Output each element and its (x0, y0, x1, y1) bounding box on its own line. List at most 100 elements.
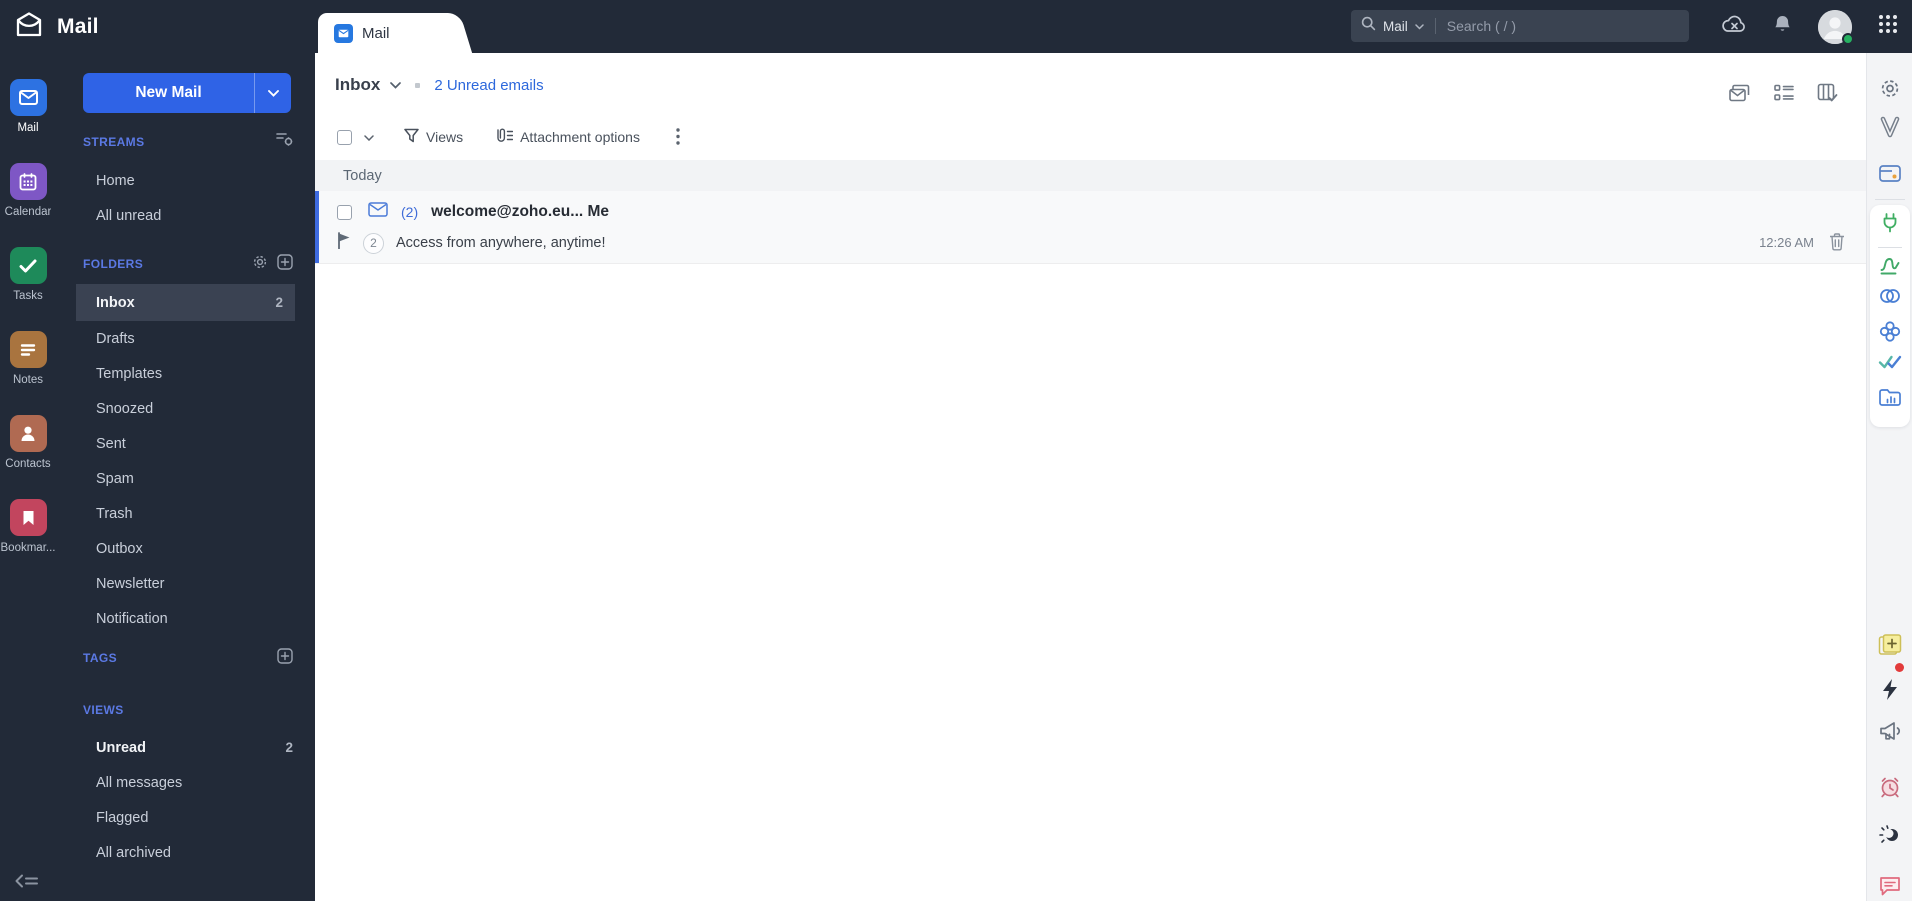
column-view-icon[interactable] (1817, 83, 1838, 108)
flag-icon[interactable] (337, 232, 351, 254)
view-item-flagged[interactable]: Flagged (56, 800, 315, 835)
delete-trash-icon[interactable] (1828, 232, 1846, 256)
views-section: VIEWS Unread 2 All messages Flagged All … (56, 701, 315, 870)
notifications-bell-icon[interactable] (1773, 14, 1792, 40)
apps-grid-icon[interactable] (1878, 14, 1898, 39)
folder-chevron-down-icon[interactable] (390, 76, 402, 94)
folders-title: FOLDERS (83, 257, 144, 271)
attachment-options-button[interactable]: Attachment options (495, 128, 640, 147)
folder-item-outbox[interactable]: Outbox (56, 531, 315, 566)
megaphone-icon[interactable] (1878, 719, 1902, 748)
unread-indicator-bar (315, 191, 319, 263)
stream-item-home[interactable]: Home (56, 163, 315, 198)
rail-item-contacts[interactable]: Contacts (0, 411, 56, 495)
email-checkbox[interactable] (337, 204, 352, 220)
folder-item-templates[interactable]: Templates (56, 356, 315, 391)
email-subject: Access from anywhere, anytime! (396, 235, 606, 251)
stream-item-all-unread[interactable]: All unread (56, 198, 315, 233)
rail-item-notes[interactable]: Notes (0, 327, 56, 411)
new-mail-button[interactable]: New Mail (83, 73, 291, 113)
folder-item-notification[interactable]: Notification (56, 601, 315, 636)
list-toolbar: Views Attachment options (337, 123, 1846, 151)
select-all-checkbox[interactable] (337, 129, 352, 145)
rail-item-bookmarks[interactable]: Bookmar... (0, 495, 56, 579)
streams-section: STREAMS Home All unread (56, 133, 315, 233)
linked-rings-icon[interactable] (1878, 287, 1902, 310)
unread-emails-link[interactable]: 2 Unread emails (434, 77, 543, 94)
more-options-kebab-icon[interactable] (676, 128, 680, 146)
folder-item-drafts[interactable]: Drafts (56, 321, 315, 356)
search-bar[interactable]: Mail (1351, 10, 1689, 42)
tags-title: TAGS (83, 651, 118, 665)
tab-label: Mail (362, 24, 390, 42)
folder-item-inbox[interactable]: Inbox 2 (76, 284, 295, 321)
double-check-icon[interactable] (1878, 354, 1902, 375)
mail-app-icon (9, 79, 47, 116)
tab-mail[interactable]: Mail (318, 13, 444, 53)
rail-item-tasks[interactable]: Tasks (0, 243, 56, 327)
email-list-item[interactable]: (2) welcome@zoho.eu... Me 2 Access from … (315, 191, 1866, 264)
app-rail: Mail Calendar Tasks Notes Contacts Bookm… (0, 53, 56, 901)
folder-item-sent[interactable]: Sent (56, 426, 315, 461)
rail-mini-divider (1878, 247, 1902, 248)
view-item-all-archived[interactable]: All archived (56, 835, 315, 870)
views-title: VIEWS (83, 703, 124, 717)
settings-gear-icon[interactable] (1878, 77, 1901, 105)
zoho-mail-logo-icon (14, 10, 44, 43)
rail-item-calendar[interactable]: Calendar (0, 159, 56, 243)
sign-icon[interactable] (1878, 253, 1901, 281)
unread-count-prefix: (2) (401, 204, 419, 220)
select-options-chevron-icon[interactable] (364, 128, 374, 146)
tags-section: TAGS (56, 647, 315, 669)
current-folder-title[interactable]: Inbox (335, 75, 380, 95)
conversation-view-icon[interactable] (1728, 83, 1751, 108)
brand: Mail (14, 10, 99, 43)
online-status-dot (1842, 32, 1854, 45)
lightning-icon[interactable] (1881, 678, 1899, 706)
alarm-clock-icon[interactable] (1878, 775, 1902, 804)
offline-cloud-icon[interactable] (1721, 14, 1747, 39)
sticky-note-icon[interactable] (1877, 633, 1902, 662)
attachment-paperclip-icon (495, 128, 514, 147)
view-item-unread[interactable]: Unread 2 (56, 730, 315, 765)
filter-funnel-icon (404, 128, 419, 146)
new-mail-label[interactable]: New Mail (83, 73, 254, 113)
unread-count: 2 (285, 740, 293, 755)
user-avatar[interactable] (1818, 9, 1854, 45)
tasks-app-icon (9, 247, 47, 284)
rail-item-mail[interactable]: Mail (0, 75, 56, 159)
folder-item-trash[interactable]: Trash (56, 496, 315, 531)
wallet-icon[interactable] (1878, 163, 1902, 189)
folder-sidebar: New Mail STREAMS Home All unread FOLDERS… (56, 53, 315, 901)
search-scope-select[interactable]: Mail (1383, 19, 1408, 34)
streams-settings-icon[interactable] (276, 132, 293, 152)
views-filter-button[interactable]: Views (404, 128, 463, 146)
folder-item-snoozed[interactable]: Snoozed (56, 391, 315, 426)
collapse-sidebar-icon[interactable] (14, 873, 40, 894)
new-mail-dropdown[interactable] (254, 73, 291, 113)
list-view-icon[interactable] (1774, 84, 1794, 107)
view-item-all-messages[interactable]: All messages (56, 765, 315, 800)
folders-settings-gear-icon[interactable] (252, 254, 268, 275)
knot-icon[interactable] (1878, 320, 1901, 348)
add-folder-icon[interactable] (277, 253, 293, 275)
folder-chart-icon[interactable] (1878, 387, 1902, 412)
search-input[interactable] (1446, 18, 1679, 34)
mail-list-panel: Inbox 2 Unread emails Views Attachment o… (315, 53, 1866, 901)
contacts-app-icon (9, 415, 47, 452)
vani-icon[interactable] (1878, 115, 1902, 144)
power-plug-icon[interactable] (1879, 211, 1901, 239)
folder-item-newsletter[interactable]: Newsletter (56, 566, 315, 601)
date-group-header: Today (315, 160, 1866, 191)
feedback-chat-icon[interactable] (1878, 875, 1902, 901)
zoho-mail-app: Mail Mail Search (/) Mail Mail Calenda… (0, 0, 1912, 901)
add-tag-icon[interactable] (277, 647, 293, 669)
rail-divider (1875, 199, 1905, 200)
bookmarks-app-icon (9, 499, 47, 536)
mail-tab-icon (334, 23, 353, 43)
folder-item-spam[interactable]: Spam (56, 461, 315, 496)
calendar-app-icon (9, 163, 47, 200)
night-mode-icon[interactable] (1878, 823, 1902, 852)
email-time: 12:26 AM (1759, 235, 1814, 250)
topbar-actions (1721, 0, 1898, 53)
